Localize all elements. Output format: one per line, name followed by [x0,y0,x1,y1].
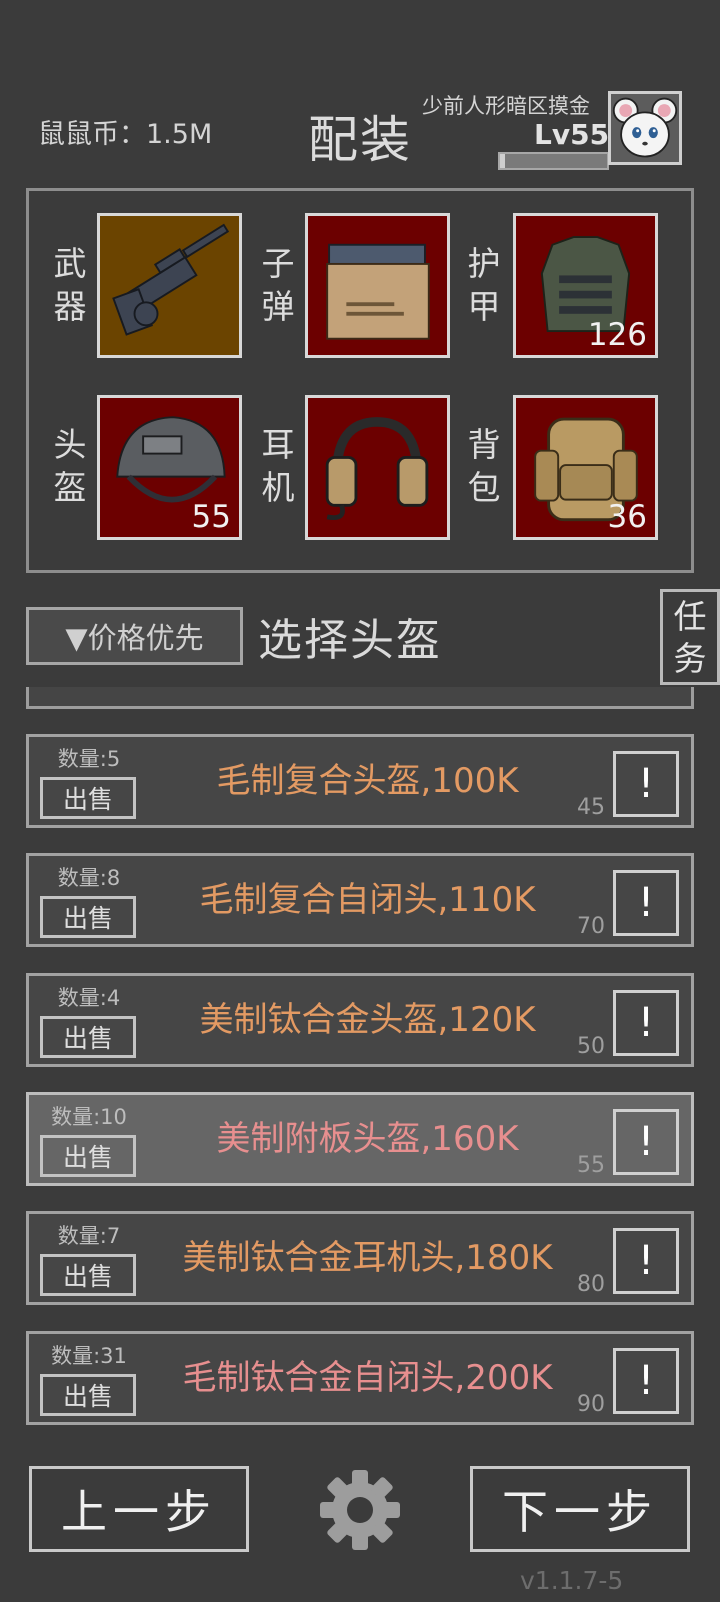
item-level: 80 [577,1272,605,1297]
item-name: 美制附板头盔,160K [216,1119,519,1159]
list-item[interactable]: 数量:31 出售 毛制钛合金自闭头,200K 90 ! [26,1331,694,1425]
item-name: 毛制复合头盔,100K [216,761,519,801]
slot-count-helmet: 55 [191,499,231,535]
slot-count-backpack: 36 [607,499,647,535]
slot-label-ammo: 子弹 [261,244,295,326]
item-info-button[interactable]: ! [613,1348,679,1414]
slot-label-backpack: 背包 [467,425,501,507]
sell-button[interactable]: 出售 [40,896,136,938]
slot-headset[interactable] [305,395,450,540]
prev-step-button[interactable]: 上一步 [29,1466,249,1552]
slot-weapon[interactable] [97,213,242,358]
item-level: 50 [577,1034,605,1059]
list-item-selected[interactable]: 数量:10 出售 美制附板头盔,160K 55 ! [26,1092,694,1186]
machine-gun-icon [112,223,230,336]
item-level: 45 [577,795,605,820]
item-info-button[interactable]: ! [613,1109,679,1175]
next-step-button[interactable]: 下一步 [470,1466,690,1552]
item-name: 美制钛合金耳机头,180K [182,1238,553,1278]
slot-armor[interactable]: 126 [513,213,658,358]
version-label: v1.1.7-5 [520,1566,624,1595]
item-quantity: 数量:10 [51,1105,127,1129]
sell-button[interactable]: 出售 [40,1254,136,1296]
player-level: Lv55 [534,118,610,151]
item-info-button[interactable]: ! [613,751,679,817]
item-name: 毛制钛合金自闭头,200K [182,1358,553,1398]
item-name: 毛制复合自闭头,110K [199,880,536,920]
slot-count-armor: 126 [587,317,647,353]
list-item[interactable]: 数量:8 出售 毛制复合自闭头,110K 70 ! [26,853,694,947]
sort-price-button[interactable]: ▼价格优先 [26,607,243,665]
item-quantity: 数量:7 [57,1224,121,1248]
slot-label-armor: 护甲 [467,244,501,326]
item-quantity: 数量:31 [51,1344,127,1368]
item-quantity: 数量:5 [57,747,121,771]
mouse-avatar-icon [611,94,679,162]
item-name: 美制钛合金头盔,120K [199,1000,536,1040]
item-quantity: 数量:4 [57,986,121,1010]
gear-icon [320,1470,400,1550]
ammo-box-icon [326,243,430,340]
item-level: 90 [577,1392,605,1417]
item-quantity: 数量:8 [57,866,121,890]
headset-icon [325,417,429,520]
xp-bar [498,152,609,170]
slot-label-weapon: 武器 [53,244,87,326]
sell-button[interactable]: 出售 [40,1135,136,1177]
slot-label-headset: 耳机 [261,425,295,507]
coin-balance: 鼠鼠币：1.5M [38,119,213,150]
settings-button[interactable] [316,1466,404,1554]
slot-ammo[interactable] [305,213,450,358]
avatar[interactable] [608,91,682,165]
select-title: 选择头盔 [258,615,442,666]
sell-button[interactable]: 出售 [40,1374,136,1416]
list-item-clipped [26,687,694,709]
list-item[interactable]: 数量:5 出售 毛制复合头盔,100K 45 ! [26,734,694,828]
page-title: 配装 [308,111,412,169]
list-item[interactable]: 数量:4 出售 美制钛合金头盔,120K 50 ! [26,973,694,1067]
player-name: 少前人形暗区摸金 [422,94,590,118]
sell-button[interactable]: 出售 [40,1016,136,1058]
item-info-button[interactable]: ! [613,990,679,1056]
slot-helmet[interactable]: 55 [97,395,242,540]
slot-label-helmet: 头盔 [53,425,87,507]
item-info-button[interactable]: ! [613,1228,679,1294]
list-item[interactable]: 数量:7 出售 美制钛合金耳机头,180K 80 ! [26,1211,694,1305]
task-button[interactable]: 任务 [660,589,720,685]
slot-backpack[interactable]: 36 [513,395,658,540]
item-info-button[interactable]: ! [613,870,679,936]
sell-button[interactable]: 出售 [40,777,136,819]
item-level: 70 [577,914,605,939]
item-level: 55 [577,1153,605,1178]
